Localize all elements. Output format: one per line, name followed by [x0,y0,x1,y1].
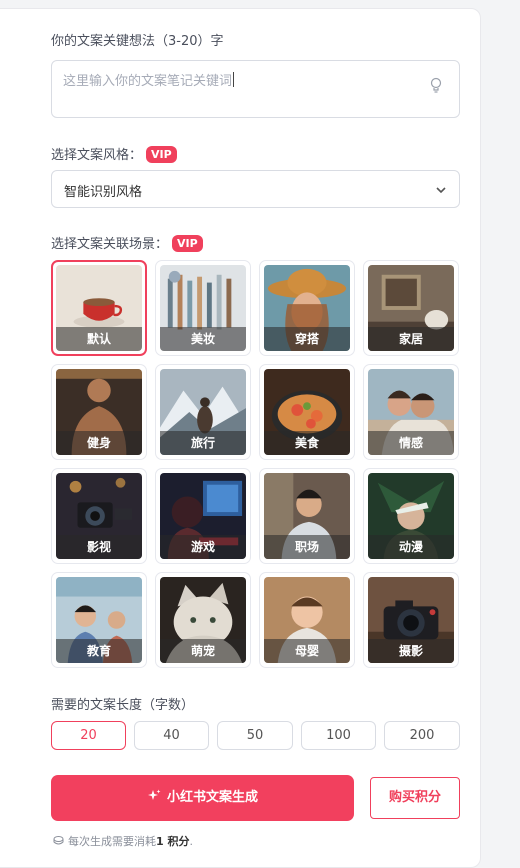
generate-button[interactable]: 小红书文案生成 [51,775,354,821]
scene-tile-emotion[interactable]: 情感 [363,364,459,460]
scene-caption: 情感 [368,431,454,455]
length-option-40[interactable]: 40 [134,721,209,750]
vip-badge: VIP [146,146,177,163]
scene-tile-workplace[interactable]: 职场 [259,468,355,564]
scene-tile-outfit[interactable]: 穿搭 [259,260,355,356]
scene-tile-film[interactable]: 影视 [51,468,147,564]
scene-tile-baby[interactable]: 母婴 [259,572,355,668]
length-label: 需要的文案长度（字数） [51,698,195,713]
sparkle-icon [147,789,161,800]
scene-caption: 摄影 [368,639,454,663]
style-label: 选择文案风格： VIP [51,144,177,163]
scene-tile-education[interactable]: 教育 [51,572,147,668]
scene-tile-photography[interactable]: 摄影 [363,572,459,668]
buy-credits-button[interactable]: 购买积分 [370,777,460,819]
scene-tile-makeup[interactable]: 美妆 [155,260,251,356]
vip-badge: VIP [172,235,203,252]
scene-caption: 默认 [56,327,142,351]
scene-grid: 默认 美妆 穿搭 家居 健身 旅行 美食 情感 影视 游戏 职场 动漫 教育 萌… [51,260,461,670]
scene-caption: 萌宠 [160,639,246,663]
scene-caption: 家居 [368,327,454,351]
keyword-label: 你的文案关键想法（3-20）字 [51,34,224,49]
keyword-placeholder: 这里输入你的文案笔记关键词 [63,72,235,89]
scene-caption: 游戏 [160,535,246,559]
style-select-value: 智能识别风格 [64,185,143,200]
scene-caption: 健身 [56,431,142,455]
scene-tile-home[interactable]: 家居 [363,260,459,356]
lightbulb-icon[interactable] [429,77,443,95]
scene-caption: 影视 [56,535,142,559]
scene-caption: 母婴 [264,639,350,663]
length-option-20[interactable]: 20 [51,721,126,750]
scene-tile-anime[interactable]: 动漫 [363,468,459,564]
style-select[interactable]: 智能识别风格 [51,170,460,208]
scene-tile-travel[interactable]: 旅行 [155,364,251,460]
length-option-100[interactable]: 100 [301,721,376,750]
scene-tile-food[interactable]: 美食 [259,364,355,460]
cost-note: 每次生成需要消耗1 积分. [53,833,193,849]
chevron-down-icon [436,187,446,194]
coin-icon [53,836,64,845]
length-option-200[interactable]: 200 [384,721,460,750]
keyword-input[interactable]: 这里输入你的文案笔记关键词 [51,60,460,118]
scene-caption: 动漫 [368,535,454,559]
scene-caption: 职场 [264,535,350,559]
scene-caption: 旅行 [160,431,246,455]
scene-tile-fitness[interactable]: 健身 [51,364,147,460]
scene-caption: 穿搭 [264,327,350,351]
scene-tile-game[interactable]: 游戏 [155,468,251,564]
scene-caption: 教育 [56,639,142,663]
scene-caption: 美食 [264,431,350,455]
scene-label: 选择文案关联场景： VIP [51,233,203,252]
scene-tile-pets[interactable]: 萌宠 [155,572,251,668]
length-option-50[interactable]: 50 [217,721,293,750]
scene-caption: 美妆 [160,327,246,351]
scene-tile-default[interactable]: 默认 [51,260,147,356]
